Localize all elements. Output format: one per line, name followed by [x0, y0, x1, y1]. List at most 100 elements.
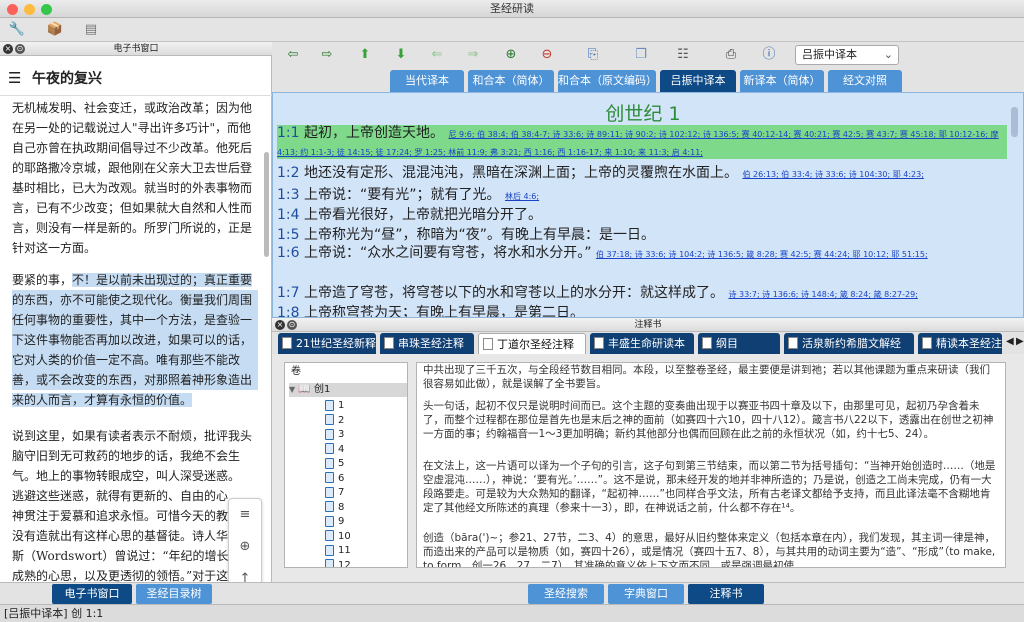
arrow-left-icon[interactable]: ⇐	[428, 46, 446, 64]
page-icon	[325, 486, 334, 498]
detach-icon[interactable]: ⊙	[287, 320, 297, 330]
info-icon[interactable]: ⓘ	[760, 46, 778, 64]
tree-chapter-item[interactable]: 7	[325, 486, 344, 500]
bible-toolbar: ⇦ ⇨ ⬆ ⬇ ⇐ ⇒ ⊕ ⊖ ⎘ ❐ ☷ ⎙ ⓘ 吕振中译本 ⌄	[272, 42, 1024, 68]
tab-version-cuv[interactable]: 和合本（简体）	[468, 70, 554, 92]
tab-commentary-jingdu[interactable]: 精读本圣经注	[918, 333, 1002, 354]
package-icon[interactable]: 📦	[46, 21, 64, 39]
tab-version-dangdai[interactable]: 当代译本	[390, 70, 464, 92]
tab-commentary-chuanzhu[interactable]: 串珠圣经注释	[380, 333, 474, 354]
ebook-panel: × ⊙ 电子书窗口 ☰ 午夜的复兴 无机械发明、社会变迁，或政治改革；因为他 在另…	[0, 42, 272, 604]
tab-parallel[interactable]: 经文对照	[828, 70, 902, 92]
disclosure-triangle-icon[interactable]: ▼	[289, 385, 295, 394]
tree-chapter-item[interactable]: 6	[325, 472, 344, 486]
book-icon: 📖	[298, 384, 311, 395]
tree-chapter-item[interactable]: 11	[325, 544, 351, 558]
arrow-down-icon[interactable]: ⬇	[392, 46, 410, 64]
page-icon	[325, 443, 334, 454]
commentary-paragraph: 在文法上，这一片语可以译为一个子句的引言，这子句到第三节结束，而以第二节为括号插…	[423, 460, 996, 514]
document-icon[interactable]: ▤	[82, 21, 100, 39]
page-icon	[325, 414, 334, 425]
tab-version-lzz[interactable]: 吕振中译本	[660, 70, 736, 92]
tab-commentary-tyndale[interactable]: 丁道尔圣经注释	[478, 333, 586, 354]
cross-references[interactable]: 伯 26:13; 伯 33:4; 诗 33:6; 诗 104:30; 耶 4:2…	[742, 170, 923, 179]
tab-bible-tree[interactable]: 圣经目录树	[136, 584, 212, 604]
list-icon[interactable]: ≡	[229, 499, 261, 531]
arrow-right-icon[interactable]: ⇒	[464, 46, 482, 64]
close-icon[interactable]: ×	[3, 44, 13, 54]
tab-bible-search[interactable]: 圣经搜索	[528, 584, 604, 604]
verse-5[interactable]: 1:5 上帝称光为“昼”，称暗为“夜”。有晚上有早晨：是一日。	[277, 225, 1007, 245]
tree-chapter-item[interactable]: 5	[325, 457, 344, 471]
article-paragraph-1: 无机械发明、社会变迁，或政治改革；因为他 在另一处的记载说过人"寻出许多巧计"，而…	[12, 101, 253, 255]
detach-icon[interactable]: ⊙	[15, 44, 25, 54]
commentary-tabs: 21世纪圣经新释 串珠圣经注释 丁道尔圣经注释 丰盛生命研读本 纲目 活泉新约希…	[272, 332, 1024, 354]
tab-scroll-right-icon[interactable]: ▶	[1016, 336, 1024, 347]
bible-text-pane[interactable]: 创世纪 1 1:1 起初，上帝创造天地。 尼 9:6; 伯 38:4; 伯 38…	[272, 92, 1024, 318]
window-title-bar: 圣经研读	[0, 0, 1024, 18]
tree-chapter-item[interactable]: 10	[325, 530, 351, 544]
verse-6[interactable]: 1:6 上帝说：“众水之间要有穹苍，将水和水分开。” 伯 37:18; 诗 33…	[277, 245, 1007, 281]
zoom-out-icon[interactable]: ⊖	[538, 46, 556, 64]
verse-1[interactable]: 1:1 起初，上帝创造天地。 尼 9:6; 伯 38:4; 伯 38:4-7; …	[277, 125, 1007, 159]
article-body[interactable]: 无机械发明、社会变迁，或政治改革；因为他 在另一处的记载说过人"寻出许多巧计"，而…	[0, 96, 262, 604]
zoom-in-icon[interactable]: ⊕	[502, 46, 520, 64]
page-icon	[325, 399, 334, 411]
page-icon	[325, 530, 334, 541]
tab-commentary-huoquan[interactable]: 活泉新约希腊文解经	[784, 333, 914, 354]
commentary-paragraph: 中共出现了三千五次，与全段经节数目相同。本段，以至整卷圣经，最主要便是讲到祂；若…	[423, 364, 990, 390]
cross-references[interactable]: 伯 37:18; 诗 33:6; 诗 104:2; 诗 136:5; 箴 8:2…	[596, 250, 928, 259]
tab-dictionary[interactable]: 字典窗口	[608, 584, 684, 604]
verse-7[interactable]: 1:7 上帝造了穹苍，将穹苍以下的水和穹苍以上的水分开：就这样成了。 诗 33:…	[277, 283, 1007, 305]
arrow-up-icon[interactable]: ⬆	[356, 46, 374, 64]
page-icon	[325, 515, 334, 527]
zoom-window-button[interactable]	[41, 4, 52, 15]
tree-book-node[interactable]: ▼ 📖 创1	[289, 383, 407, 397]
tab-commentary-fengsheng[interactable]: 丰盛生命研读本	[590, 333, 694, 354]
minimize-window-button[interactable]	[24, 4, 35, 15]
tab-scroll-left-icon[interactable]: ◀	[1006, 336, 1014, 347]
tab-version-ncv[interactable]: 新译本（简体）	[740, 70, 824, 92]
tree-chapter-item[interactable]: 1	[325, 399, 344, 413]
tree-chapter-item[interactable]: 4	[325, 443, 344, 457]
tab-commentary[interactable]: 注释书	[688, 584, 764, 604]
wrench-icon[interactable]: 🔧	[8, 21, 26, 39]
tree-chapter-item[interactable]: 12	[325, 559, 351, 567]
export-icon[interactable]: ⎘	[584, 46, 602, 64]
back-book-icon[interactable]: ⇦	[284, 46, 302, 64]
tree-chapter-item[interactable]: 2	[325, 414, 344, 428]
tab-version-cuv-strong[interactable]: 和合本（原文编码）	[558, 70, 657, 92]
verse-3[interactable]: 1:3 上帝说：“要有光”；就有了光。 林后 4:6;	[277, 185, 1007, 207]
close-icon[interactable]: ×	[275, 320, 285, 330]
cross-references[interactable]: 诗 33:7; 诗 136:6; 诗 148:4; 箴 8:24; 箴 8:27…	[728, 290, 917, 299]
page-icon	[325, 544, 334, 556]
commentary-paragraph: 创造（bāra(')~；参21、27节，二3、4）的意思，最好从旧约整体来定义（…	[423, 532, 996, 568]
copy-icon[interactable]: ❐	[632, 46, 650, 64]
add-circle-icon[interactable]: ⊕	[229, 531, 261, 563]
tab-commentary-gangmu[interactable]: 纲目	[698, 333, 780, 354]
commentary-tree[interactable]: 卷 ▼ 📖 创1 1 2 3 4 5 6 7 8 9 10 11 12	[284, 362, 408, 568]
article-scrollbar[interactable]	[264, 152, 269, 257]
bible-scrollbar[interactable]	[1011, 107, 1018, 137]
cross-references[interactable]: 林后 4:6;	[505, 192, 539, 201]
status-bar: [吕振中译本] 创 1:1	[0, 604, 1024, 622]
verse-8[interactable]: 1:8 上帝称穹苍为天；有晚上有早晨，是第二日。	[277, 303, 1007, 317]
highlighted-text: 不！是以前未出现过的；真正重要	[72, 273, 253, 287]
page-icon	[325, 559, 334, 567]
close-window-button[interactable]	[7, 4, 18, 15]
menu-icon[interactable]: ☰	[8, 69, 21, 87]
article-paragraph-3: 说到这里，如果有读者表示不耐烦，批评我头 脑守旧到无可救药的地步的话，我绝不会生气…	[12, 429, 253, 583]
verse-4[interactable]: 1:4 上帝看光很好，上帝就把光暗分开了。	[277, 205, 1007, 225]
commentary-text[interactable]: 中共出现了三千五次，与全段经节数目相同。本段，以至整卷圣经，最主要便是讲到祂；若…	[416, 362, 1006, 568]
tab-commentary-21c[interactable]: 21世纪圣经新释	[278, 333, 376, 354]
tree-header: 卷	[291, 366, 301, 377]
print-icon[interactable]: ⎙	[722, 46, 740, 64]
tab-ebook-window[interactable]: 电子书窗口	[52, 584, 132, 604]
tree-chapter-item[interactable]: 9	[325, 515, 344, 529]
columns-icon[interactable]: ☷	[674, 46, 692, 64]
tree-chapter-item[interactable]: 8	[325, 501, 344, 515]
forward-book-icon[interactable]: ⇨	[318, 46, 336, 64]
verse-2[interactable]: 1:2 地还没有定形、混混沌沌，黑暗在深渊上面；上帝的灵覆煦在水面上。 伯 26…	[277, 163, 1007, 185]
tree-chapter-item[interactable]: 3	[325, 428, 344, 442]
version-select[interactable]: 吕振中译本 ⌄	[795, 45, 899, 65]
